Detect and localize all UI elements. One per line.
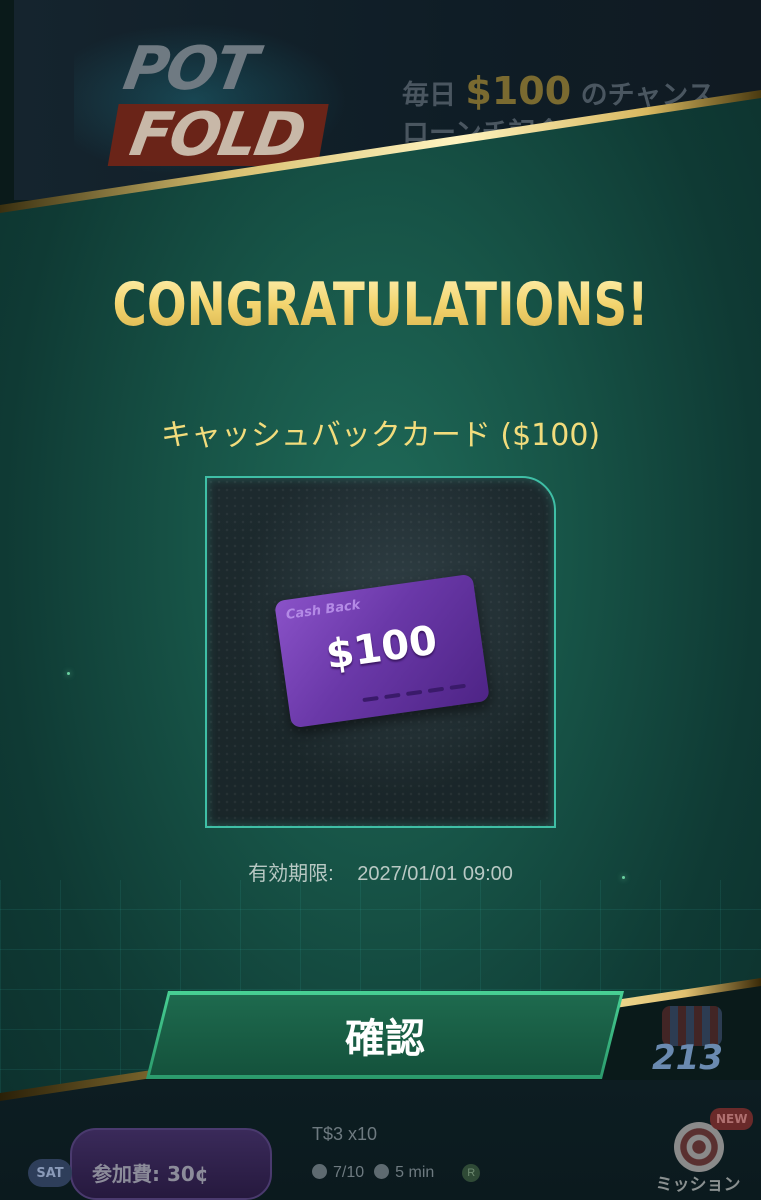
clock-icon: [374, 1164, 390, 1179]
player-icon: [312, 1164, 327, 1179]
chips-213-icon[interactable]: 213: [648, 1000, 738, 1080]
entry-fee-label: 参加費: 30¢: [92, 1162, 209, 1186]
confirm-button[interactable]: 確認: [146, 991, 624, 1079]
mission-label: ミッション: [655, 1175, 741, 1195]
mission-button[interactable]: NEW ミッション: [648, 1108, 754, 1200]
confirm-button-label: 確認: [345, 1016, 425, 1062]
players-count: 7/10: [333, 1164, 365, 1181]
confirm-button-face: 確認: [150, 995, 620, 1075]
new-badge: NEW: [710, 1108, 754, 1130]
sat-badge: SAT: [28, 1159, 72, 1187]
pot-fold-logo: POT FOLD: [107, 34, 341, 170]
duration: 5 min: [395, 1164, 435, 1181]
mode-badge: R: [462, 1164, 481, 1182]
tournament-title: T$3 x10: [312, 1124, 378, 1144]
tournament-meta: 7/10 5 min R: [312, 1164, 481, 1182]
